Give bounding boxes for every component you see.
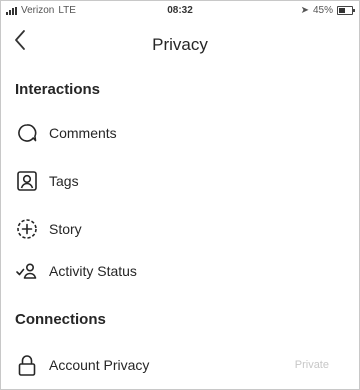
status-bar: Verizon LTE 08:32 ➤ 45% xyxy=(1,1,359,23)
tag-person-icon xyxy=(15,169,39,193)
comments-row[interactable]: Comments xyxy=(1,115,359,151)
activity-status-icon xyxy=(15,259,39,283)
tags-label: Tags xyxy=(49,173,79,189)
screen: Verizon LTE 08:32 ➤ 45% Privacy Interact… xyxy=(0,0,360,390)
story-row[interactable]: Story xyxy=(1,211,359,247)
story-add-icon xyxy=(15,217,39,241)
battery-icon xyxy=(337,6,355,15)
lock-icon xyxy=(15,353,39,377)
section-header-connections: Connections xyxy=(15,311,106,328)
location-icon: ➤ xyxy=(300,5,309,16)
comment-icon xyxy=(15,121,39,145)
story-label: Story xyxy=(49,221,82,237)
battery-percent: 45% xyxy=(312,5,333,16)
account-privacy-value: Private xyxy=(294,359,329,371)
navigation-bar: Privacy xyxy=(1,23,359,67)
section-header-interactions: Interactions xyxy=(15,81,101,98)
account-privacy-row[interactable]: Account Privacy Private xyxy=(1,347,359,383)
activity-status-label: Activity Status xyxy=(49,263,137,279)
activity-status-row[interactable]: Activity Status xyxy=(1,253,359,289)
status-right: ➤ 45% xyxy=(300,5,355,16)
account-privacy-label: Account Privacy xyxy=(49,357,150,373)
page-title: Privacy xyxy=(152,35,208,54)
comments-label: Comments xyxy=(49,125,117,141)
tags-row[interactable]: Tags xyxy=(1,163,359,199)
